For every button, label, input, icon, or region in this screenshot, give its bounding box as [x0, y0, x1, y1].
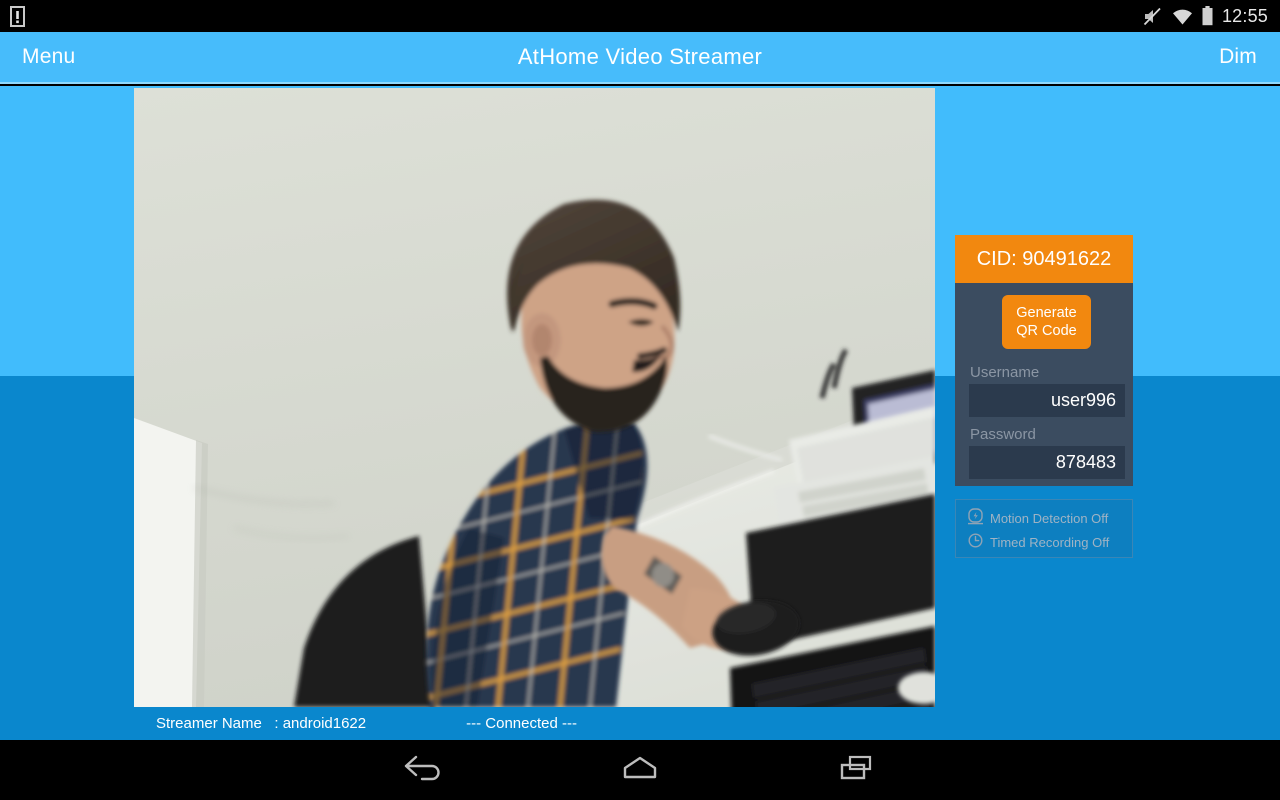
dim-button[interactable]: Dim [1219, 45, 1280, 69]
warning-box-icon [10, 5, 25, 27]
device-screen: 12:55 Menu AtHome Video Streamer Dim Str… [0, 0, 1280, 800]
qr-button-line-2: QR Code [1016, 323, 1077, 339]
volume-muted-icon [1143, 7, 1163, 26]
qr-button-line-1: Generate [1016, 305, 1077, 321]
menu-button[interactable]: Menu [0, 45, 75, 69]
timed-recording-label: Timed Recording Off [990, 534, 1110, 550]
home-icon [618, 753, 662, 788]
status-bar-system-icons: 12:55 [1143, 6, 1268, 27]
recents-button[interactable] [802, 740, 912, 800]
motion-detection-label: Motion Detection Off [990, 510, 1109, 526]
back-arrow-icon [402, 753, 444, 788]
video-feed[interactable] [134, 88, 935, 707]
home-button[interactable] [585, 740, 695, 800]
android-status-bar: 12:55 [0, 0, 1280, 32]
wifi-icon [1172, 8, 1193, 25]
password-label: Password [970, 426, 1036, 443]
username-label: Username [970, 364, 1040, 381]
motion-detection-icon [968, 508, 983, 528]
generate-qr-code-button[interactable]: Generate QR Code [1002, 295, 1091, 349]
password-input[interactable]: 878483 [969, 446, 1125, 479]
app-title: AtHome Video Streamer [517, 44, 763, 69]
status-bar-clock: 12:55 [1221, 5, 1268, 26]
timed-recording-row[interactable]: Timed Recording Off [968, 530, 1132, 554]
cid-badge: CID: 90491622 [955, 235, 1133, 283]
app-action-bar: Menu AtHome Video Streamer Dim [0, 32, 1280, 84]
clock-icon [968, 533, 983, 551]
battery-icon [1202, 6, 1213, 26]
credentials-panel: Generate QR Code Username user996 Passwo… [955, 283, 1133, 486]
android-navigation-bar [0, 740, 1280, 800]
username-input[interactable]: user996 [969, 384, 1125, 417]
recording-status-panel: Motion Detection Off Timed Recording Off [955, 499, 1133, 558]
motion-detection-row[interactable]: Motion Detection Off [968, 506, 1132, 530]
video-frame-image [134, 88, 935, 707]
streamer-status-bar: Streamer Name : android1622 --- Connecte… [134, 707, 935, 740]
status-bar-notifications [10, 5, 25, 27]
streamer-name-label: Streamer Name : android1622 [156, 715, 367, 732]
connection-status-label: --- Connected --- [466, 715, 577, 732]
recent-apps-icon [836, 753, 878, 788]
back-button[interactable] [368, 740, 478, 800]
